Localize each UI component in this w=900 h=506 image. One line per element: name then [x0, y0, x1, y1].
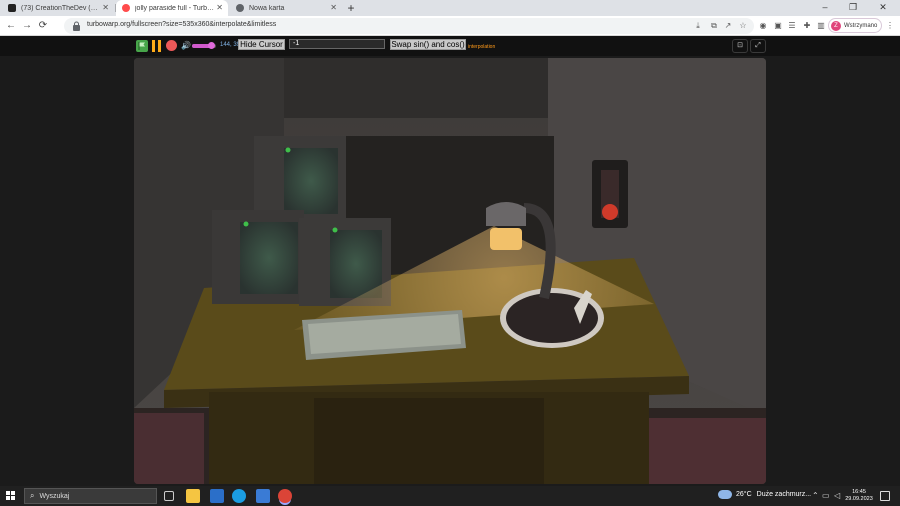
network-icon[interactable]: ▭ — [822, 491, 830, 500]
url-text[interactable]: turbowarp.org/fullscreen?size=535x360&in… — [87, 21, 276, 28]
minimize-button[interactable]: – — [812, 0, 838, 16]
turbowarp-favicon-icon — [122, 4, 130, 12]
globe-icon — [236, 4, 244, 12]
share-icon[interactable]: ↗ — [722, 20, 734, 32]
menu-extension-icon[interactable]: ☰ — [786, 20, 798, 32]
floor-light-left — [134, 413, 204, 484]
swap-sin-cos-button[interactable]: Swap sin() and cos() — [390, 39, 466, 50]
edge-browser-icon[interactable] — [232, 489, 246, 503]
cloud-icon — [718, 490, 732, 499]
profile-status-label: Wstrzymano — [844, 22, 878, 29]
lock-icon[interactable] — [72, 21, 81, 31]
turbowarp-controls: 🔊 144, 39 Hide Cursor -1 Swap sin() and … — [0, 36, 900, 56]
reload-button[interactable]: ⟳ — [36, 19, 50, 33]
browser-toolbar: ← → ⟳ turbowarp.org/fullscreen?size=535x… — [0, 16, 900, 36]
system-clock[interactable]: 16:45 29.09.2023 — [838, 489, 880, 503]
project-stage[interactable] — [134, 58, 766, 484]
pause-bar-icon — [158, 40, 161, 52]
fullscreen-button[interactable]: ⤢ — [750, 39, 766, 53]
search-placeholder: Wyszukaj — [39, 492, 70, 500]
address-bar[interactable]: turbowarp.org/fullscreen?size=535x360&in… — [64, 18, 754, 34]
value-input[interactable]: -1 — [289, 39, 385, 49]
back-button[interactable]: ← — [4, 19, 18, 33]
chrome-icon[interactable] — [278, 489, 292, 503]
tab-new-tab[interactable]: Nowa karta ✕ — [230, 0, 342, 16]
puzzle-extensions-icon[interactable]: ✚ — [801, 20, 813, 32]
bookmark-star-icon[interactable]: ☆ — [737, 20, 749, 32]
tab-title: jolly paraside full - TurboWarp — [135, 4, 215, 12]
red-wall-button[interactable] — [602, 204, 618, 220]
new-tab-button[interactable]: + — [344, 1, 358, 15]
crt-monitor-top — [254, 136, 346, 222]
avatar: Z — [831, 20, 841, 31]
download-icon[interactable]: ⤓ — [692, 20, 704, 32]
open-in-app-icon[interactable]: ⧉ — [708, 20, 720, 32]
windows-taskbar: ⌕ Wyszukaj 26°C Duże zachmurz... ⌃ ▭ ◁ 1… — [0, 486, 900, 506]
profile-button[interactable]: Z Wstrzymano — [828, 18, 882, 33]
forward-button[interactable]: → — [20, 19, 34, 33]
desk-drawer — [314, 398, 544, 484]
camera-extension-icon[interactable]: ◉ — [757, 20, 769, 32]
file-explorer-icon[interactable] — [186, 489, 200, 503]
stop-button[interactable] — [166, 40, 177, 51]
floor-light-right — [644, 418, 766, 484]
show-hidden-icons-icon[interactable]: ⌃ — [812, 491, 819, 500]
search-icon: ⌕ — [30, 491, 35, 500]
lamp-bulb — [490, 228, 522, 250]
flag-icon — [138, 42, 145, 50]
extension-badge-icon[interactable]: ▣ — [772, 20, 784, 32]
speaker-icon[interactable]: 🔊 — [181, 41, 191, 51]
tab-turbowarp[interactable]: jolly paraside full - TurboWarp ✕ — [116, 0, 228, 16]
mail-icon[interactable] — [256, 489, 270, 503]
crt-monitor-left — [212, 210, 304, 304]
windows-start-icon[interactable] — [6, 491, 16, 501]
store-icon[interactable] — [210, 489, 224, 503]
close-tab-icon[interactable]: ✕ — [330, 3, 337, 12]
taskbar-search[interactable]: ⌕ Wyszukaj — [24, 488, 157, 504]
clock-date: 29.09.2023 — [845, 496, 873, 502]
close-tab-icon[interactable]: ✕ — [102, 3, 109, 12]
scene-canvas — [134, 58, 766, 484]
restore-button[interactable]: ❐ — [840, 0, 866, 16]
browser-menu-icon[interactable]: ⋮ — [884, 20, 896, 32]
clock-time: 16:45 — [852, 489, 866, 495]
weather-widget[interactable]: 26°C Duże zachmurz... — [718, 490, 811, 499]
pause-button[interactable] — [152, 40, 162, 52]
volume-knob[interactable] — [208, 42, 216, 49]
pause-bar-icon — [152, 40, 155, 52]
interpolation-label: interpolation — [468, 44, 496, 50]
green-flag-button[interactable] — [136, 40, 148, 52]
hide-cursor-button[interactable]: Hide Cursor — [238, 39, 285, 50]
lamp-shade — [486, 202, 526, 226]
tab-title: Nowa karta — [249, 4, 285, 12]
side-panel-icon[interactable]: ▥ — [815, 20, 827, 32]
notification-center-icon[interactable] — [880, 491, 890, 501]
x-logo-icon — [8, 4, 16, 12]
tab-title: (73) CreationTheDev (@MasterPl — [21, 4, 101, 12]
screenshot-button[interactable]: ⊡ — [732, 39, 748, 53]
ceiling-shadow — [284, 58, 548, 118]
weather-description: Duże zachmurz... — [756, 491, 812, 498]
weather-temperature: 26°C — [736, 491, 752, 498]
close-window-button[interactable]: ✕ — [870, 0, 896, 16]
task-view-icon[interactable] — [164, 491, 174, 501]
volume-slider[interactable] — [192, 42, 216, 49]
tab-creationthedev[interactable]: (73) CreationTheDev (@MasterPl ✕ — [2, 0, 114, 16]
close-tab-icon[interactable]: ✕ — [216, 3, 223, 12]
browser-tab-strip: (73) CreationTheDev (@MasterPl ✕ jolly p… — [0, 0, 900, 16]
